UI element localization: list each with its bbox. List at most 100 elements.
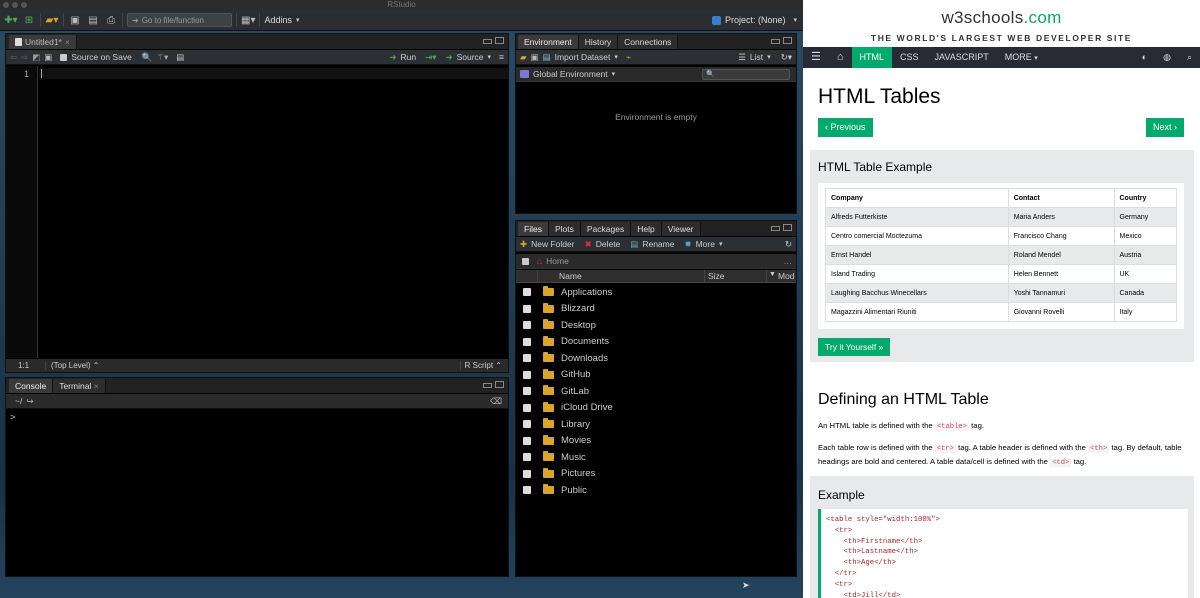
row-checkbox[interactable] bbox=[523, 354, 531, 363]
tab-viewer[interactable]: Viewer bbox=[661, 222, 701, 236]
console-output[interactable]: > bbox=[6, 410, 508, 576]
row-checkbox[interactable] bbox=[523, 420, 531, 429]
file-name[interactable]: Desktop bbox=[561, 320, 596, 331]
back-arrow-icon[interactable]: ⇦ bbox=[10, 52, 17, 63]
file-name[interactable]: Blizzard bbox=[561, 303, 595, 314]
filetype-menu[interactable]: R Script ⌃ bbox=[459, 361, 508, 370]
print-icon[interactable]: ⎙ bbox=[104, 13, 118, 27]
close-tab-icon[interactable]: × bbox=[65, 35, 70, 49]
save-workspace-icon[interactable]: ▣ bbox=[531, 52, 539, 63]
tab-untitled1[interactable]: Untitled1* × bbox=[9, 35, 77, 49]
refresh-icon[interactable]: ↻▾ bbox=[781, 52, 792, 63]
column-modified[interactable]: Mod bbox=[778, 271, 795, 281]
tab-terminal[interactable]: Terminal × bbox=[53, 379, 106, 393]
wand-icon[interactable]: ⚚▾ bbox=[156, 52, 168, 63]
source-on-save-checkbox[interactable] bbox=[60, 53, 68, 61]
file-row[interactable]: Documents bbox=[516, 334, 796, 351]
minimize-window-icon[interactable] bbox=[12, 2, 18, 8]
open-file-icon[interactable]: ▰▾ bbox=[45, 13, 59, 27]
row-checkbox[interactable] bbox=[523, 469, 531, 478]
next-button[interactable]: Next › bbox=[1145, 118, 1184, 137]
chevron-down-icon[interactable]: ▾ bbox=[488, 53, 492, 61]
file-row[interactable]: Applications bbox=[516, 284, 796, 301]
file-name[interactable]: GitHub bbox=[561, 369, 591, 380]
load-workspace-icon[interactable]: ▰ bbox=[520, 52, 527, 63]
search-icon[interactable]: 🔍 bbox=[142, 52, 153, 63]
minimize-pane-icon[interactable] bbox=[771, 39, 780, 44]
minimize-pane-icon[interactable] bbox=[771, 226, 780, 231]
outline-icon[interactable]: ≡ bbox=[499, 52, 504, 62]
more-path-icon[interactable]: … bbox=[784, 256, 793, 266]
source-button[interactable]: Source bbox=[457, 52, 484, 62]
global-environment-menu[interactable]: Global Environment bbox=[533, 69, 608, 79]
nav-css[interactable]: CSS bbox=[892, 47, 927, 68]
tab-console[interactable]: Console bbox=[9, 379, 54, 393]
maximize-pane-icon[interactable] bbox=[783, 37, 792, 44]
column-size[interactable]: Size bbox=[708, 271, 725, 281]
goto-file-input[interactable]: ➜ Go to file/function bbox=[127, 13, 232, 27]
tab-help[interactable]: Help bbox=[631, 222, 662, 236]
file-row[interactable]: GitLab bbox=[516, 383, 796, 400]
row-checkbox[interactable] bbox=[523, 387, 531, 396]
search-icon[interactable]: ⌕ bbox=[1179, 47, 1200, 68]
nav-more[interactable]: MORE ▾ bbox=[997, 47, 1046, 68]
close-window-icon[interactable] bbox=[3, 2, 9, 8]
file-row[interactable]: iCloud Drive bbox=[516, 400, 796, 417]
rerun-icon[interactable]: ⇥▾ bbox=[425, 52, 436, 63]
tab-connections[interactable]: Connections bbox=[618, 35, 679, 49]
forward-arrow-icon[interactable]: ⇨ bbox=[21, 52, 28, 63]
breadcrumb-home[interactable]: Home bbox=[546, 256, 569, 266]
tab-files[interactable]: Files bbox=[518, 222, 549, 236]
file-row[interactable]: Library bbox=[516, 416, 796, 433]
file-name[interactable]: Music bbox=[561, 452, 586, 463]
file-name[interactable]: GitLab bbox=[561, 386, 589, 397]
row-checkbox[interactable] bbox=[523, 370, 531, 379]
tab-packages[interactable]: Packages bbox=[580, 222, 632, 236]
w3schools-logo[interactable]: w3schools.com bbox=[803, 8, 1200, 28]
addins-menu[interactable]: Addins bbox=[264, 15, 292, 25]
maximize-pane-icon[interactable] bbox=[495, 381, 504, 388]
row-checkbox[interactable] bbox=[523, 321, 531, 330]
refresh-icon[interactable]: ↻ bbox=[785, 239, 792, 250]
compile-report-icon[interactable]: ▤ bbox=[176, 52, 184, 63]
file-name[interactable]: Applications bbox=[561, 287, 612, 298]
home-icon[interactable]: ⌂ bbox=[829, 47, 852, 68]
file-name[interactable]: Downloads bbox=[561, 353, 608, 364]
file-row[interactable]: Desktop bbox=[516, 317, 796, 334]
row-checkbox[interactable] bbox=[523, 304, 531, 313]
file-name[interactable]: Public bbox=[561, 485, 587, 496]
more-menu[interactable]: More bbox=[696, 239, 715, 249]
maximize-pane-icon[interactable] bbox=[783, 224, 792, 231]
tab-plots[interactable]: Plots bbox=[548, 222, 581, 236]
contrast-icon[interactable]: ◐ bbox=[1134, 47, 1155, 68]
rename-button[interactable]: Rename bbox=[642, 239, 674, 249]
maximize-pane-icon[interactable] bbox=[495, 37, 504, 44]
column-name[interactable]: Name bbox=[559, 271, 582, 281]
globe-icon[interactable]: ◍ bbox=[1155, 47, 1179, 68]
previous-button[interactable]: ‹ Previous bbox=[818, 118, 873, 137]
nav-javascript[interactable]: JAVASCRIPT bbox=[927, 47, 997, 68]
save-icon[interactable]: ▣ bbox=[44, 52, 52, 63]
new-project-icon[interactable]: ⊞ bbox=[22, 13, 36, 27]
row-checkbox[interactable] bbox=[523, 288, 531, 297]
clear-console-icon[interactable]: ⌫ bbox=[490, 396, 502, 407]
file-row[interactable]: Movies bbox=[516, 433, 796, 450]
file-row[interactable]: Pictures bbox=[516, 466, 796, 483]
file-name[interactable]: Movies bbox=[561, 435, 591, 446]
broom-icon[interactable]: ⌁ bbox=[626, 52, 631, 63]
file-name[interactable]: Documents bbox=[561, 336, 609, 347]
project-menu[interactable]: Project: (None) bbox=[725, 15, 786, 25]
file-row[interactable]: Blizzard bbox=[516, 301, 796, 318]
zoom-window-icon[interactable] bbox=[21, 2, 27, 8]
view-mode-menu[interactable]: List bbox=[750, 52, 763, 62]
file-name[interactable]: Pictures bbox=[561, 468, 595, 479]
file-row[interactable]: GitHub bbox=[516, 367, 796, 384]
row-checkbox[interactable] bbox=[523, 486, 531, 495]
file-name[interactable]: Library bbox=[561, 419, 590, 430]
row-checkbox[interactable] bbox=[523, 453, 531, 462]
file-row[interactable]: Downloads bbox=[516, 350, 796, 367]
save-all-icon[interactable]: ▤ bbox=[86, 13, 100, 27]
row-checkbox[interactable] bbox=[523, 436, 531, 445]
file-row[interactable]: Public bbox=[516, 482, 796, 499]
new-folder-button[interactable]: New Folder bbox=[531, 239, 574, 249]
